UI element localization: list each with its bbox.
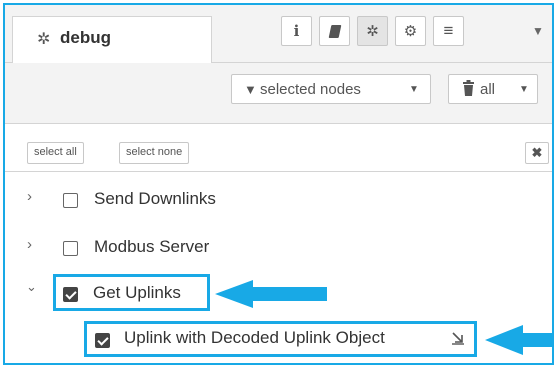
chevron-down-icon: ▼	[409, 84, 419, 95]
help-button[interactable]	[319, 16, 350, 46]
select-all-button[interactable]: select all	[27, 142, 84, 164]
tab-debug-label: debug	[60, 28, 111, 47]
close-button[interactable]: ✖	[525, 142, 549, 164]
gear-icon: ⚙	[403, 23, 418, 40]
node-checkbox[interactable]	[63, 193, 78, 208]
node-checkbox[interactable]	[63, 287, 78, 302]
callout-arrow	[215, 280, 327, 308]
bug-icon: ✲	[366, 23, 379, 40]
sidebar-tab-bar: ✲ debug i ✲ ⚙ ≡ ▼	[5, 5, 552, 63]
node-checkbox[interactable]	[63, 241, 78, 256]
filter-dropdown[interactable]: ▼ selected nodes ▼	[231, 74, 431, 104]
chevron-down-icon[interactable]: ▼	[532, 24, 544, 38]
chevron-down-icon: ▼	[519, 84, 529, 95]
close-icon: ✖	[531, 145, 543, 160]
tab-debug[interactable]: ✲ debug	[12, 16, 212, 63]
filter-nodes-panel: select all select none ✖ › Send Downlink…	[5, 124, 552, 363]
divider	[5, 171, 552, 172]
node-label: Send Downlinks	[94, 189, 216, 208]
node-label: Uplink with Decoded Uplink Object	[124, 328, 385, 347]
debug-sidebar: ✲ debug i ✲ ⚙ ≡ ▼ ▼ selected nodes ▼ all…	[3, 3, 554, 365]
callout-arrow	[485, 325, 552, 355]
info-icon: i	[293, 22, 300, 40]
node-checkbox[interactable]	[95, 333, 110, 348]
chevron-right-icon[interactable]: ›	[27, 236, 32, 253]
chevron-right-icon[interactable]: ›	[27, 188, 32, 205]
bug-icon: ✲	[37, 31, 51, 48]
book-icon	[328, 24, 341, 38]
context-button[interactable]: ≡	[433, 16, 464, 46]
filter-icon: ▼	[244, 82, 257, 97]
database-icon: ≡	[443, 21, 454, 40]
info-button[interactable]: i	[281, 16, 312, 46]
clear-dropdown-label: all	[480, 81, 496, 98]
config-button[interactable]: ⚙	[395, 16, 426, 46]
filter-dropdown-label: selected nodes	[260, 81, 361, 98]
resize-arrow-icon[interactable]	[451, 331, 465, 350]
clear-dropdown[interactable]: all ▼	[448, 74, 538, 104]
trash-icon	[462, 80, 475, 100]
select-none-button[interactable]: select none	[119, 142, 190, 164]
node-label: Modbus Server	[94, 237, 210, 256]
node-label: Get Uplinks	[93, 283, 181, 302]
debug-button[interactable]: ✲	[357, 16, 388, 46]
chevron-down-icon[interactable]: ⌄	[26, 279, 37, 295]
debug-toolbar: ▼ selected nodes ▼ all ▼	[5, 63, 552, 124]
